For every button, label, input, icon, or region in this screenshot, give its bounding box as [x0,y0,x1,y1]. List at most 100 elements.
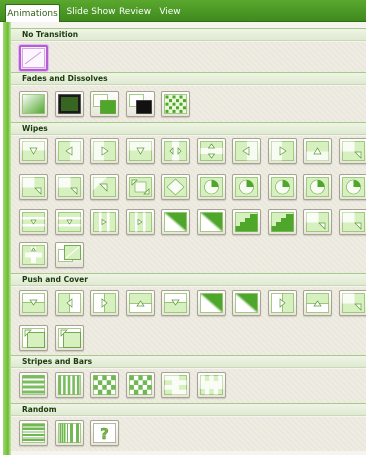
corner-icon [341,212,365,232]
diag-icon [199,212,223,232]
section-header-stripes: Stripes and Bars [11,355,366,368]
tab-slide-show[interactable]: Slide Show [64,3,118,22]
comb-v-icon [199,375,223,395]
push-right-icon [270,293,294,313]
transition-uncover-right-down[interactable] [267,209,297,235]
transition-checkerboard-down[interactable] [125,372,155,398]
bars-v-icon [93,212,116,232]
transition-blinds-horizontal[interactable] [19,372,48,398]
blank-icon [22,48,45,68]
transition-cover-right-down[interactable] [19,325,48,351]
transition-uncover-left[interactable] [90,209,119,235]
transition-shape-square[interactable] [338,209,366,235]
transition-comb-horizontal[interactable] [161,372,190,398]
transition-gallery: No Transition Fades and Dissolves Wipes Pus… [11,22,366,455]
transition-wheel-4-spokes[interactable] [303,174,332,200]
transition-cover-left-up[interactable] [338,290,366,316]
transition-uncover-up[interactable] [161,209,190,235]
transition-random-transition[interactable]: ? [90,420,119,446]
transition-zoom-out[interactable] [54,242,84,268]
transition-shape-circle[interactable] [90,174,119,200]
transition-cover-right[interactable] [232,290,261,316]
circle-icon [270,177,294,197]
transition-box-in[interactable] [19,174,48,200]
transition-strips-left-up[interactable] [303,138,332,164]
transition-cut[interactable] [90,91,119,117]
transition-cover-up[interactable] [267,290,297,316]
section-header-no-transition: No Transition [11,28,366,41]
transition-fade-smoothly[interactable] [19,91,48,117]
comb-h-icon [164,375,187,395]
transition-blinds-vertical[interactable] [54,372,84,398]
svg-text:?: ? [100,425,109,443]
transition-push-right[interactable] [90,290,119,316]
section-header-wipes: Wipes [11,122,366,135]
transition-wheel-3-spokes[interactable] [267,174,297,200]
tab-animations[interactable]: Animations [5,4,60,23]
tab-view[interactable]: View [156,3,184,22]
transition-uncover-left-down[interactable] [196,209,226,235]
transition-split-horizontal-in[interactable] [196,138,226,164]
transition-push-up[interactable] [125,290,155,316]
corner-icon [306,212,329,232]
transition-wheel-1-spoke[interactable] [196,174,226,200]
box-icon [128,177,152,197]
arrow-diag-icon [93,177,116,197]
checker-icon [128,375,152,395]
transition-checkerboard-across[interactable] [90,372,119,398]
transition-wipe-up[interactable] [125,138,155,164]
transition-cover-right-up[interactable] [54,325,84,351]
circle-icon [235,177,258,197]
bars-v-icon [128,212,152,232]
transition-shape-plus[interactable] [161,174,190,200]
transition-split-vertical-out[interactable] [161,138,190,164]
circle-icon [341,177,365,197]
tab-review[interactable]: Review [118,3,152,22]
corner-icon [57,177,81,197]
transition-uncover-right-up[interactable] [303,209,332,235]
transition-strips-left-down[interactable] [232,138,261,164]
transition-uncover-right[interactable] [125,209,155,235]
transition-wipe-right[interactable] [90,138,119,164]
transition-box-out[interactable] [54,174,84,200]
transition-comb-vertical[interactable] [196,372,226,398]
transition-cover-down[interactable] [161,290,190,316]
push-diag-icon [22,328,45,348]
plus-icon [22,245,45,265]
transition-uncover-left-up[interactable] [232,209,261,235]
transition-shape-diamond[interactable] [125,174,155,200]
transition-dissolve[interactable] [161,91,190,117]
transition-wheel-2-spokes[interactable] [232,174,261,200]
blinds-h-icon [22,375,45,395]
transition-cover-left-down[interactable] [303,290,332,316]
diag-icon [235,293,258,313]
transition-random-bars-horizontal[interactable] [19,420,48,446]
push-up-icon [306,293,329,313]
split-v-icon [164,141,187,161]
transition-fade-through-black[interactable] [54,91,84,117]
corner-icon [341,293,365,313]
window-edge-bar [0,22,11,455]
transition-push-left[interactable] [54,290,84,316]
diag-icon [199,293,223,313]
question-icon: ? [93,423,116,443]
transition-wheel-8-spokes[interactable] [338,174,366,200]
transition-no-transition[interactable] [19,45,48,71]
transition-strips-right-down[interactable] [267,138,297,164]
section-header-fades: Fades and Dissolves [11,72,366,85]
transition-wipe-down[interactable] [19,138,48,164]
checker-icon [93,375,116,395]
transition-cover-left[interactable] [196,290,226,316]
transition-cut-through-black[interactable] [125,91,155,117]
transition-wedge[interactable] [19,209,48,235]
section-grid-no-transition [11,42,366,72]
transition-wipe-left[interactable] [54,138,84,164]
transition-random-bars-vertical[interactable] [54,420,84,446]
transition-strips-right-up[interactable] [338,138,366,164]
diag-icon [164,212,187,232]
arrow-down-icon [128,141,152,161]
transition-newsflash[interactable] [19,242,48,268]
bars-h-icon [57,212,81,232]
transition-push-down[interactable] [19,290,48,316]
transition-uncover-down[interactable] [54,209,84,235]
